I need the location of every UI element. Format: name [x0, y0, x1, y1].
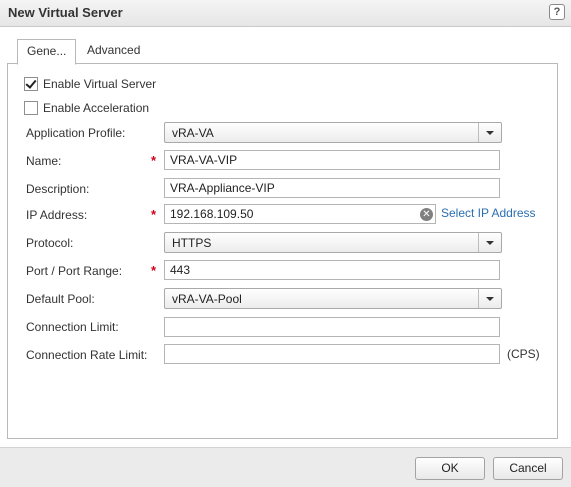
select-ip-address-link[interactable]: Select IP Address — [441, 206, 536, 220]
enable-acceleration-label: Enable Acceleration — [43, 101, 150, 115]
ip-address-label: IP Address: — [26, 208, 88, 222]
connection-limit-input[interactable] — [164, 317, 500, 337]
enable-acceleration-checkbox[interactable] — [24, 101, 38, 115]
enable-virtual-server-checkbox[interactable] — [24, 77, 38, 91]
protocol-select[interactable]: HTTPS — [164, 232, 502, 253]
help-icon[interactable]: ? — [549, 4, 565, 20]
default-pool-label: Default Pool: — [26, 292, 95, 306]
ip-address-required-marker: * — [151, 207, 157, 222]
port-required-marker: * — [151, 263, 157, 278]
dialog-footer — [0, 447, 571, 487]
connection-limit-label: Connection Limit: — [26, 320, 119, 334]
default-pool-select[interactable]: vRA-VA-Pool — [164, 288, 502, 309]
cancel-button[interactable]: Cancel — [493, 457, 563, 480]
ip-address-input[interactable]: 192.168.109.50 — [164, 204, 436, 224]
connection-rate-unit: (CPS) — [507, 347, 540, 361]
tab-advanced[interactable]: Advanced — [78, 39, 149, 62]
new-virtual-server-dialog: New Virtual Server ? Gene... Advanced En… — [0, 0, 571, 487]
dialog-titlebar: New Virtual Server ? — [0, 0, 571, 27]
chevron-down-icon[interactable] — [478, 123, 501, 142]
application-profile-value: vRA-VA — [172, 126, 214, 140]
tab-general[interactable]: Gene... — [17, 39, 77, 65]
enable-acceleration-row[interactable]: Enable Acceleration — [24, 101, 149, 115]
enable-virtual-server-label: Enable Virtual Server — [43, 77, 157, 91]
description-input[interactable]: VRA-Appliance-VIP — [164, 178, 500, 198]
name-input[interactable]: VRA-VA-VIP — [164, 150, 500, 170]
protocol-value: HTTPS — [172, 236, 212, 250]
ok-button[interactable]: OK — [415, 457, 485, 480]
port-label: Port / Port Range: — [26, 264, 123, 278]
dialog-title: New Virtual Server — [8, 5, 123, 20]
application-profile-select[interactable]: vRA-VA — [164, 122, 502, 143]
chevron-down-icon[interactable] — [478, 289, 501, 308]
description-label: Description: — [26, 182, 90, 196]
connection-rate-limit-label: Connection Rate Limit: — [26, 348, 148, 362]
chevron-down-icon[interactable] — [478, 233, 501, 252]
application-profile-label: Application Profile: — [26, 126, 126, 140]
protocol-label: Protocol: — [26, 236, 74, 250]
connection-rate-limit-input[interactable] — [164, 344, 500, 364]
enable-virtual-server-row[interactable]: Enable Virtual Server — [24, 77, 156, 91]
clear-icon[interactable]: ✕ — [420, 208, 433, 221]
port-input[interactable]: 443 — [164, 260, 500, 280]
name-label: Name: — [26, 154, 62, 168]
default-pool-value: vRA-VA-Pool — [172, 292, 242, 306]
name-required-marker: * — [151, 153, 157, 168]
